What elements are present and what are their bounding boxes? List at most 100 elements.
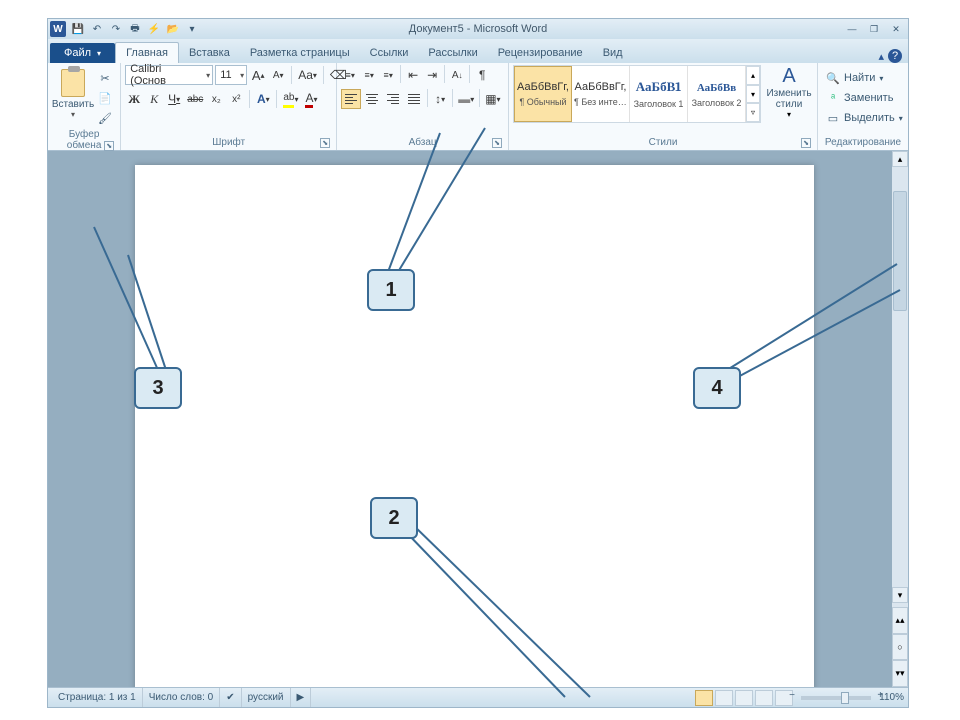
format-painter-icon[interactable]: 🖌	[96, 109, 114, 127]
paste-icon	[61, 69, 85, 97]
font-launcher[interactable]: ⬊	[320, 138, 330, 148]
gallery-up-icon[interactable]: ▴	[746, 66, 760, 85]
qat-more-icon[interactable]: ▾	[184, 21, 200, 37]
grow-font-button[interactable]: A▴	[249, 65, 267, 85]
text-effects-button[interactable]: A▾	[254, 89, 272, 109]
minimize-ribbon-icon[interactable]: ▴	[878, 50, 884, 63]
group-label-styles: Стили⬊	[513, 135, 813, 150]
quick-print-icon[interactable]: ⚡	[146, 21, 162, 37]
close-button[interactable]: ✕	[886, 22, 906, 36]
scroll-down-icon[interactable]: ▾	[892, 587, 908, 603]
underline-button[interactable]: Ч▾	[165, 89, 183, 109]
decrease-indent-button[interactable]: ⇤	[404, 65, 422, 85]
align-right-button[interactable]	[383, 89, 403, 109]
shading-button[interactable]: ▬▾	[456, 89, 476, 109]
change-styles-button[interactable]: A Изменить стили ▾	[765, 65, 813, 119]
redo-icon[interactable]: ↷	[108, 21, 124, 37]
borders-button[interactable]: ▦▾	[483, 89, 502, 109]
tab-home[interactable]: Главная	[115, 42, 179, 63]
increase-indent-button[interactable]: ⇥	[423, 65, 441, 85]
view-outline-button[interactable]	[755, 690, 773, 706]
view-full-screen-button[interactable]	[715, 690, 733, 706]
undo-icon[interactable]: ↶	[89, 21, 105, 37]
save-icon[interactable]: 💾	[70, 21, 86, 37]
next-page-icon[interactable]: ▾▾	[892, 660, 908, 687]
line-spacing-button[interactable]: ↕▾	[431, 89, 449, 109]
tab-insert[interactable]: Вставка	[179, 43, 240, 63]
find-button[interactable]: 🔍Найти▾	[822, 69, 907, 87]
font-name-combo[interactable]: Calibri (Основ▾	[125, 65, 213, 85]
view-print-layout-button[interactable]	[695, 690, 713, 706]
select-button[interactable]: ▭Выделить▾	[822, 109, 907, 127]
status-words[interactable]: Число слов: 0	[143, 688, 220, 707]
quick-access-toolbar: 💾 ↶ ↷ 🖶 ⚡ 📂 ▾	[70, 21, 200, 37]
style-no-spacing[interactable]: АаБбВвГг, ¶ Без интер...	[572, 66, 630, 122]
open-icon[interactable]: 📂	[165, 21, 181, 37]
group-label-editing: Редактирование	[822, 135, 904, 150]
tab-view[interactable]: Вид	[593, 43, 633, 63]
clipboard-launcher[interactable]: ⬊	[104, 141, 114, 151]
highlight-button[interactable]: ab▾	[281, 89, 300, 109]
replace-icon: ᵃ	[826, 92, 840, 104]
help-icon[interactable]: ?	[888, 49, 902, 63]
word-app-icon[interactable]: W	[50, 21, 66, 37]
scroll-thumb[interactable]	[893, 191, 907, 311]
copy-icon[interactable]: 📄	[96, 89, 114, 107]
tab-file[interactable]: Файл▾	[50, 43, 115, 63]
style-heading2[interactable]: АаБбВв Заголовок 2	[688, 66, 746, 122]
tab-references[interactable]: Ссылки	[360, 43, 419, 63]
align-justify-button[interactable]	[404, 89, 424, 109]
bullets-button[interactable]: ≡•▾	[341, 65, 359, 85]
font-size-combo[interactable]: 11▾	[215, 65, 247, 85]
zoom-knob[interactable]	[841, 692, 849, 704]
strikethrough-button[interactable]: abc	[185, 89, 205, 109]
tab-layout[interactable]: Разметка страницы	[240, 43, 360, 63]
style-heading1[interactable]: АаБбВ1 Заголовок 1	[630, 66, 688, 122]
vertical-scrollbar: ▴ ▾ ▴▴ ○ ▾▾	[892, 151, 908, 687]
multilevel-button[interactable]: ≡▾	[379, 65, 397, 85]
style-normal[interactable]: АаБбВвГг, ¶ Обычный	[514, 66, 572, 122]
change-case-button[interactable]: Aa▾	[296, 65, 319, 85]
browse-object-icon[interactable]: ○	[892, 634, 908, 661]
status-language[interactable]: русский	[242, 688, 291, 707]
show-marks-button[interactable]: ¶	[473, 65, 491, 85]
window-controls: — ❐ ✕	[842, 22, 906, 36]
minimize-button[interactable]: —	[842, 22, 862, 36]
status-proof-icon[interactable]: ✔	[220, 688, 241, 707]
zoom-in-icon[interactable]: +	[877, 690, 883, 701]
print-preview-icon[interactable]: 🖶	[127, 21, 143, 37]
shrink-font-button[interactable]: A▾	[269, 65, 287, 85]
callout-4: 4	[693, 367, 741, 409]
prev-page-icon[interactable]: ▴▴	[892, 607, 908, 634]
subscript-button[interactable]: x₂	[207, 89, 225, 109]
styles-launcher[interactable]: ⬊	[801, 138, 811, 148]
numbering-button[interactable]: ≡▾	[360, 65, 378, 85]
bold-button[interactable]: Ж	[125, 89, 143, 109]
ribbon-tabs: Файл▾ Главная Вставка Разметка страницы …	[48, 39, 908, 63]
group-paragraph: ≡•▾ ≡▾ ≡▾ ⇤ ⇥ A↓ ¶ ↕▾	[337, 63, 509, 150]
paragraph-launcher[interactable]: ⬊	[492, 138, 502, 148]
italic-button[interactable]: К	[145, 89, 163, 109]
view-web-layout-button[interactable]	[735, 690, 753, 706]
zoom-slider[interactable]: − +	[801, 696, 871, 700]
replace-button[interactable]: ᵃЗаменить	[822, 89, 907, 107]
gallery-expand-icon[interactable]: ▿	[746, 103, 760, 122]
tab-review[interactable]: Рецензирование	[488, 43, 593, 63]
align-left-button[interactable]	[341, 89, 361, 109]
title-bar: W 💾 ↶ ↷ 🖶 ⚡ 📂 ▾ Документ5 - Microsoft Wo…	[48, 19, 908, 39]
font-color-button[interactable]: A▾	[302, 89, 320, 109]
status-macro-icon[interactable]: ▶	[291, 688, 312, 707]
maximize-button[interactable]: ❐	[864, 22, 884, 36]
group-label-clipboard: Буфер обмена⬊	[52, 127, 116, 153]
align-center-button[interactable]	[362, 89, 382, 109]
document-page[interactable]	[135, 165, 814, 687]
gallery-down-icon[interactable]: ▾	[746, 85, 760, 104]
status-page[interactable]: Страница: 1 из 1	[52, 688, 143, 707]
paste-button[interactable]: Вставить ▾	[52, 65, 94, 119]
sort-button[interactable]: A↓	[448, 65, 466, 85]
cut-icon[interactable]: ✂	[96, 69, 114, 87]
tab-mailings[interactable]: Рассылки	[418, 43, 487, 63]
zoom-out-icon[interactable]: −	[789, 690, 795, 701]
scroll-up-icon[interactable]: ▴	[892, 151, 908, 167]
superscript-button[interactable]: x²	[227, 89, 245, 109]
